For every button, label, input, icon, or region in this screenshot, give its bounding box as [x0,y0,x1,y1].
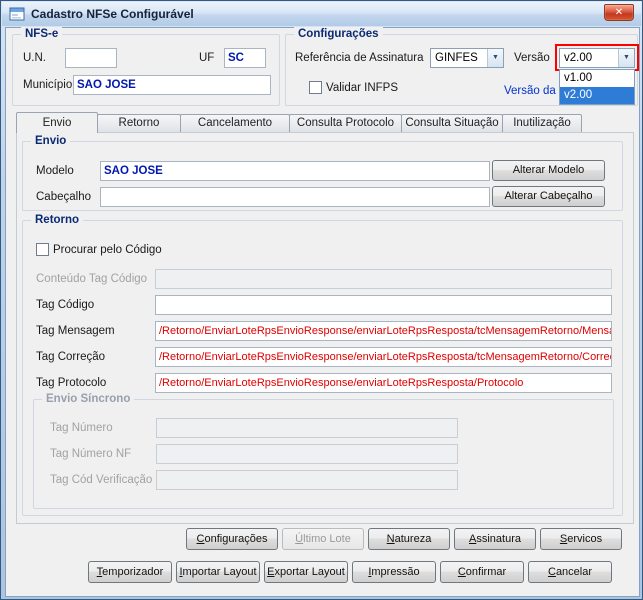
group-envio: Envio Modelo SAO JOSE Cabeçalho Alterar … [22,134,623,211]
tab-retorno[interactable]: Retorno [97,114,181,132]
referencia-assinatura-label: Referência de Assinatura [295,52,424,64]
un-input[interactable] [65,48,117,68]
dialog-body: NFS-e U.N. UF SC Município SAO JOSE Conf… [5,27,640,597]
group-retorno-caption: Retorno [31,213,84,227]
conteudo-tag-codigo-label: Conteúdo Tag Código [36,273,148,285]
versao-value: v2.00 [564,52,593,64]
procurar-codigo-label[interactable]: Procurar pelo Código [53,244,162,257]
cancelar-button[interactable]: Cancelar [528,561,612,583]
close-button[interactable]: ✕ [604,4,634,21]
tab-envio[interactable]: Envio [16,112,98,133]
natureza-button[interactable]: Natureza [368,528,450,550]
cabecalho-label: Cabeçalho [36,191,91,203]
conteudo-tag-codigo-input [155,269,612,289]
group-configuracoes: Configurações Referência de Assinatura G… [285,27,639,106]
tag-mensagem-input[interactable]: /Retorno/EnviarLoteRpsEnvioResponse/envi… [155,321,612,341]
versao-label: Versão [514,52,550,64]
versao-option-v1[interactable]: v1.00 [560,70,634,87]
validar-infps-checkbox[interactable] [309,81,322,94]
modelo-input[interactable]: SAO JOSE [100,161,490,181]
uf-input[interactable]: SC [224,48,266,68]
group-retorno: Retorno Procurar pelo Código Conteúdo Ta… [22,213,623,516]
servicos-button[interactable]: Servicos [540,528,622,550]
municipio-input[interactable]: SAO JOSE [73,75,271,95]
group-configuracoes-caption: Configurações [294,27,383,41]
group-nfse-caption: NFS-e [21,27,63,41]
tag-correcao-label: Tag Correção [36,351,106,363]
dialog-window: Cadastro NFSe Configurável ✕ NFS-e U.N. … [0,0,643,600]
versao-dropdown-list: v1.00 v2.00 [559,69,635,105]
tag-codigo-label: Tag Código [36,299,95,311]
tag-numero-nf-input [156,444,458,464]
municipio-label: Município [23,79,73,91]
tag-cod-verificacao-input [156,470,458,490]
validar-infps-label[interactable]: Validar INFPS [326,82,398,95]
referencia-assinatura-value: GINFES [435,52,478,64]
tag-numero-label: Tag Número [50,422,113,434]
exportar-layout-button[interactable]: Exportar Layout [264,561,348,583]
referencia-assinatura-select[interactable]: GINFES ▼ [430,48,504,68]
alterar-modelo-button[interactable]: Alterar Modelo [492,160,605,181]
tab-inutilizacao[interactable]: Inutilização [502,114,582,132]
ultimo-lote-button: Último Lote [282,528,364,550]
impressao-button[interactable]: Impressão [352,561,436,583]
assinatura-button[interactable]: Assinatura [454,528,536,550]
tag-numero-nf-label: Tag Número NF [50,448,132,460]
close-icon: ✕ [614,7,624,18]
tag-correcao-input[interactable]: /Retorno/EnviarLoteRpsEnvioResponse/envi… [155,347,612,367]
tab-consulta-protocolo[interactable]: Consulta Protocolo [289,114,402,132]
group-envio-sincrono-caption: Envio Síncrono [42,392,135,406]
tag-codigo-input[interactable] [155,295,612,315]
versao-select[interactable]: v2.00 ▼ [559,48,635,68]
modelo-label: Modelo [36,165,74,177]
procurar-codigo-checkbox[interactable] [36,243,49,256]
tag-protocolo-label: Tag Protocolo [36,377,107,389]
tag-numero-input [156,418,458,438]
group-nfse: NFS-e U.N. UF SC Município SAO JOSE [12,27,280,106]
chevron-down-icon[interactable]: ▼ [487,49,503,67]
tab-consulta-situacao[interactable]: Consulta Situação [401,114,503,132]
cabecalho-input[interactable] [100,187,490,207]
tag-protocolo-input[interactable]: /Retorno/EnviarLoteRpsEnvioResponse/envi… [155,373,612,393]
window-title: Cadastro NFSe Configurável [31,7,194,21]
app-icon [9,7,25,21]
versao-option-v2[interactable]: v2.00 [560,87,634,104]
configuracoes-button[interactable]: Configurações [186,528,278,550]
alterar-cabecalho-button[interactable]: Alterar Cabeçalho [492,186,605,207]
tag-cod-verificacao-label: Tag Cód Verificação [50,474,153,486]
un-label: U.N. [23,52,46,64]
temporizador-button[interactable]: Temporizador [88,561,172,583]
group-envio-caption: Envio [31,134,71,148]
tag-mensagem-label: Tag Mensagem [36,325,115,337]
chevron-down-icon[interactable]: ▼ [618,49,634,67]
importar-layout-button[interactable]: Importar Layout [176,561,260,583]
confirmar-button[interactable]: Confirmar [440,561,524,583]
titlebar[interactable]: Cadastro NFSe Configurável ✕ [2,2,641,26]
tab-cancelamento[interactable]: Cancelamento [180,114,290,132]
tab-strip: Envio Retorno Cancelamento Consulta Prot… [16,112,582,133]
group-envio-sincrono: Envio Síncrono Tag Número Tag Número NF … [33,392,614,509]
uf-label: UF [199,52,215,64]
